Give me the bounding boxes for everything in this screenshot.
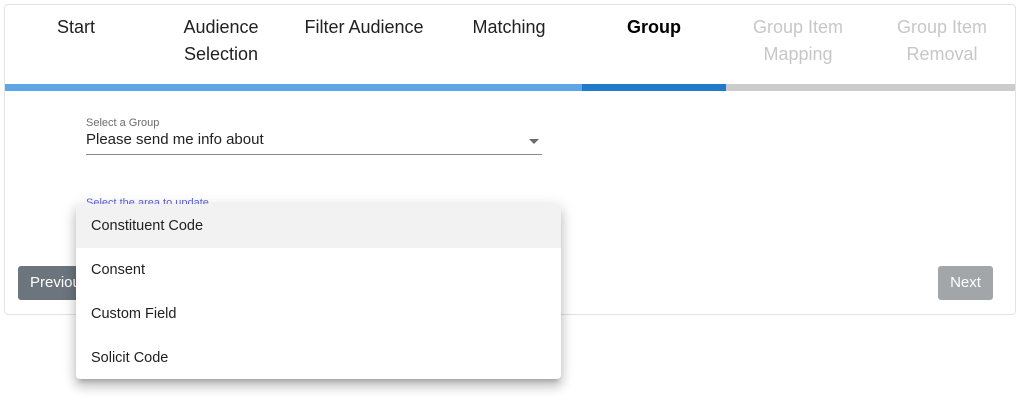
option-consent[interactable]: Consent	[76, 248, 561, 292]
area-select-dropdown: Constituent Code Consent Custom Field So…	[76, 204, 561, 379]
group-select-label: Select a Group	[86, 117, 160, 129]
progress-upcoming-segment	[726, 84, 1015, 91]
step-group-item-removal: Group Item Removal	[896, 17, 988, 64]
step-matching: Matching	[472, 17, 546, 37]
progress-active-segment	[582, 84, 726, 91]
group-select[interactable]: Please send me info about	[86, 131, 264, 148]
next-button[interactable]: Next	[938, 266, 993, 300]
step-group-item-mapping: Group Item Mapping	[752, 17, 844, 64]
chevron-down-icon[interactable]	[529, 139, 539, 144]
step-audience-selection: Audience Selection	[183, 17, 259, 64]
group-select-underline	[86, 154, 542, 155]
option-custom-field[interactable]: Custom Field	[76, 292, 561, 336]
option-solicit-code[interactable]: Solicit Code	[76, 336, 561, 380]
progress-complete-segment	[5, 84, 582, 91]
step-group: Group	[627, 17, 681, 37]
step-filter-audience: Filter Audience	[304, 17, 424, 37]
option-constituent-code[interactable]: Constituent Code	[76, 204, 561, 248]
step-start: Start	[56, 17, 95, 37]
